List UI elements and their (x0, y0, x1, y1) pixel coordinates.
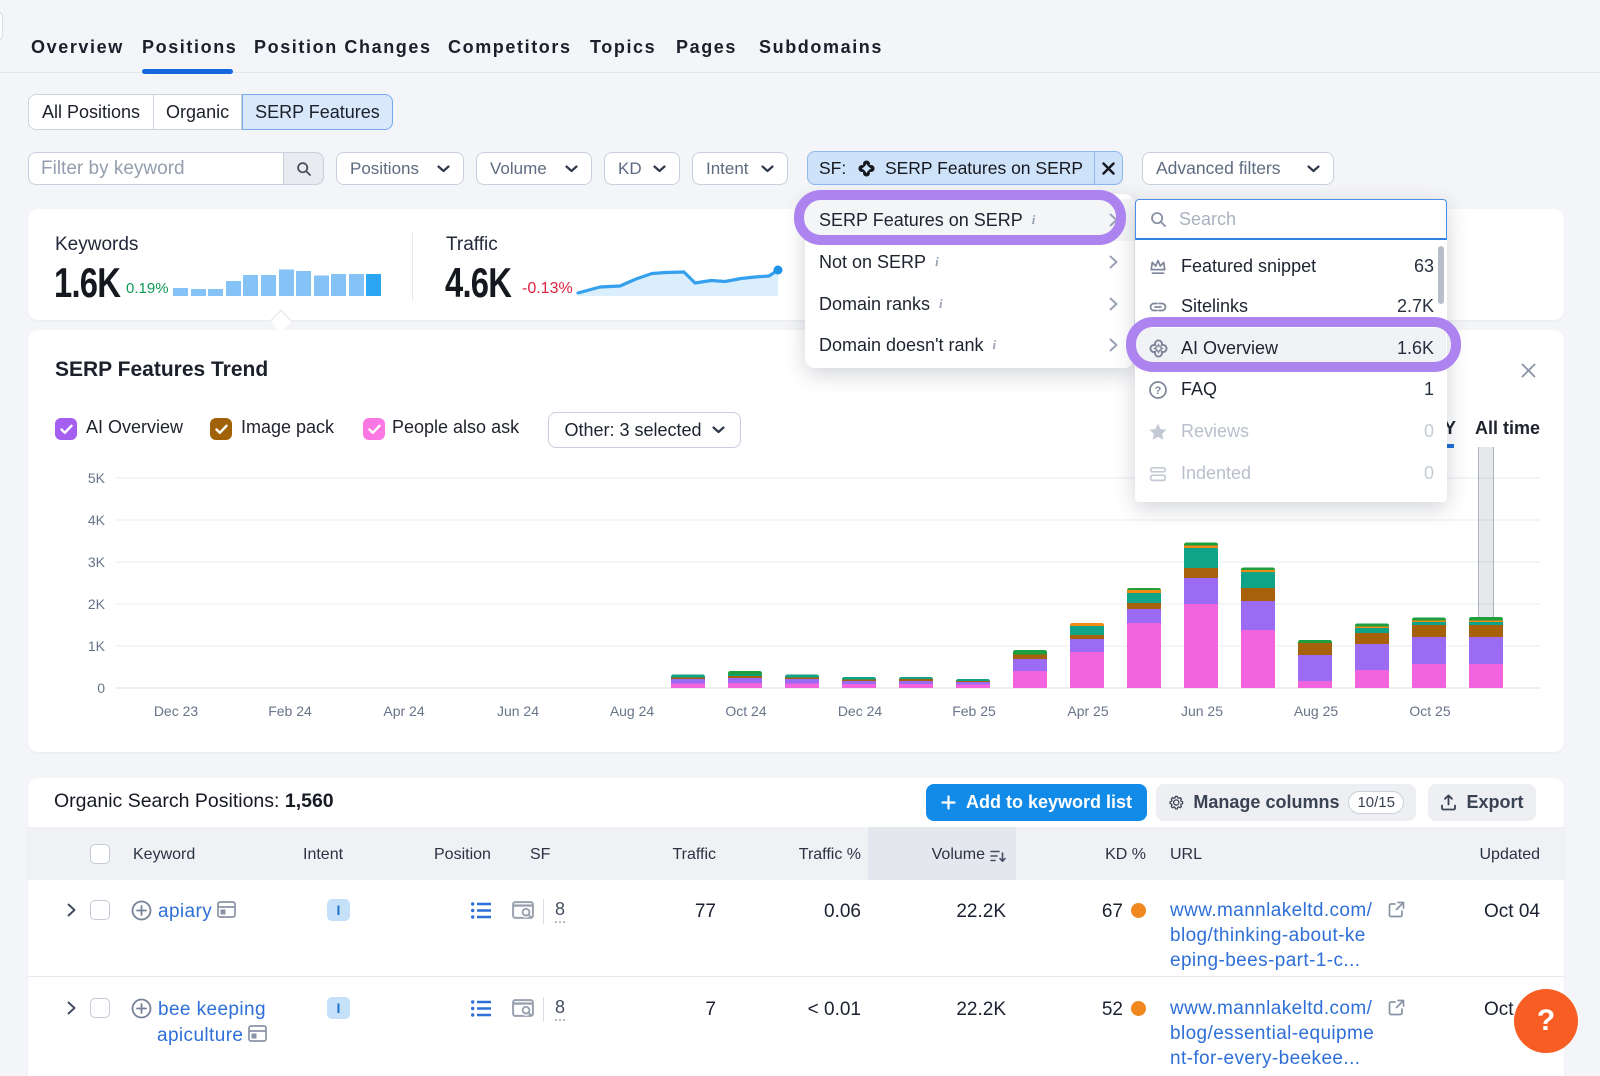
svg-text:4K: 4K (88, 512, 106, 528)
svg-text:Apr 25: Apr 25 (1067, 703, 1108, 719)
svg-text:5K: 5K (88, 470, 106, 486)
svg-text:Oct 25: Oct 25 (1409, 703, 1450, 719)
svg-text:0: 0 (97, 680, 105, 696)
svg-text:Jun 24: Jun 24 (497, 703, 539, 719)
svg-text:Dec 24: Dec 24 (838, 703, 883, 719)
svg-text:?: ? (1155, 385, 1162, 397)
svg-text:Oct 24: Oct 24 (725, 703, 766, 719)
svg-text:Apr 24: Apr 24 (383, 703, 424, 719)
svg-text:Jun 25: Jun 25 (1181, 703, 1223, 719)
svg-text:Aug 25: Aug 25 (1294, 703, 1339, 719)
svg-text:Feb 24: Feb 24 (268, 703, 312, 719)
svg-text:2K: 2K (88, 596, 106, 612)
svg-text:Dec 23: Dec 23 (154, 703, 199, 719)
svg-text:Feb 25: Feb 25 (952, 703, 996, 719)
svg-text:1K: 1K (88, 638, 106, 654)
svg-text:Aug 24: Aug 24 (610, 703, 655, 719)
svg-text:3K: 3K (88, 554, 106, 570)
